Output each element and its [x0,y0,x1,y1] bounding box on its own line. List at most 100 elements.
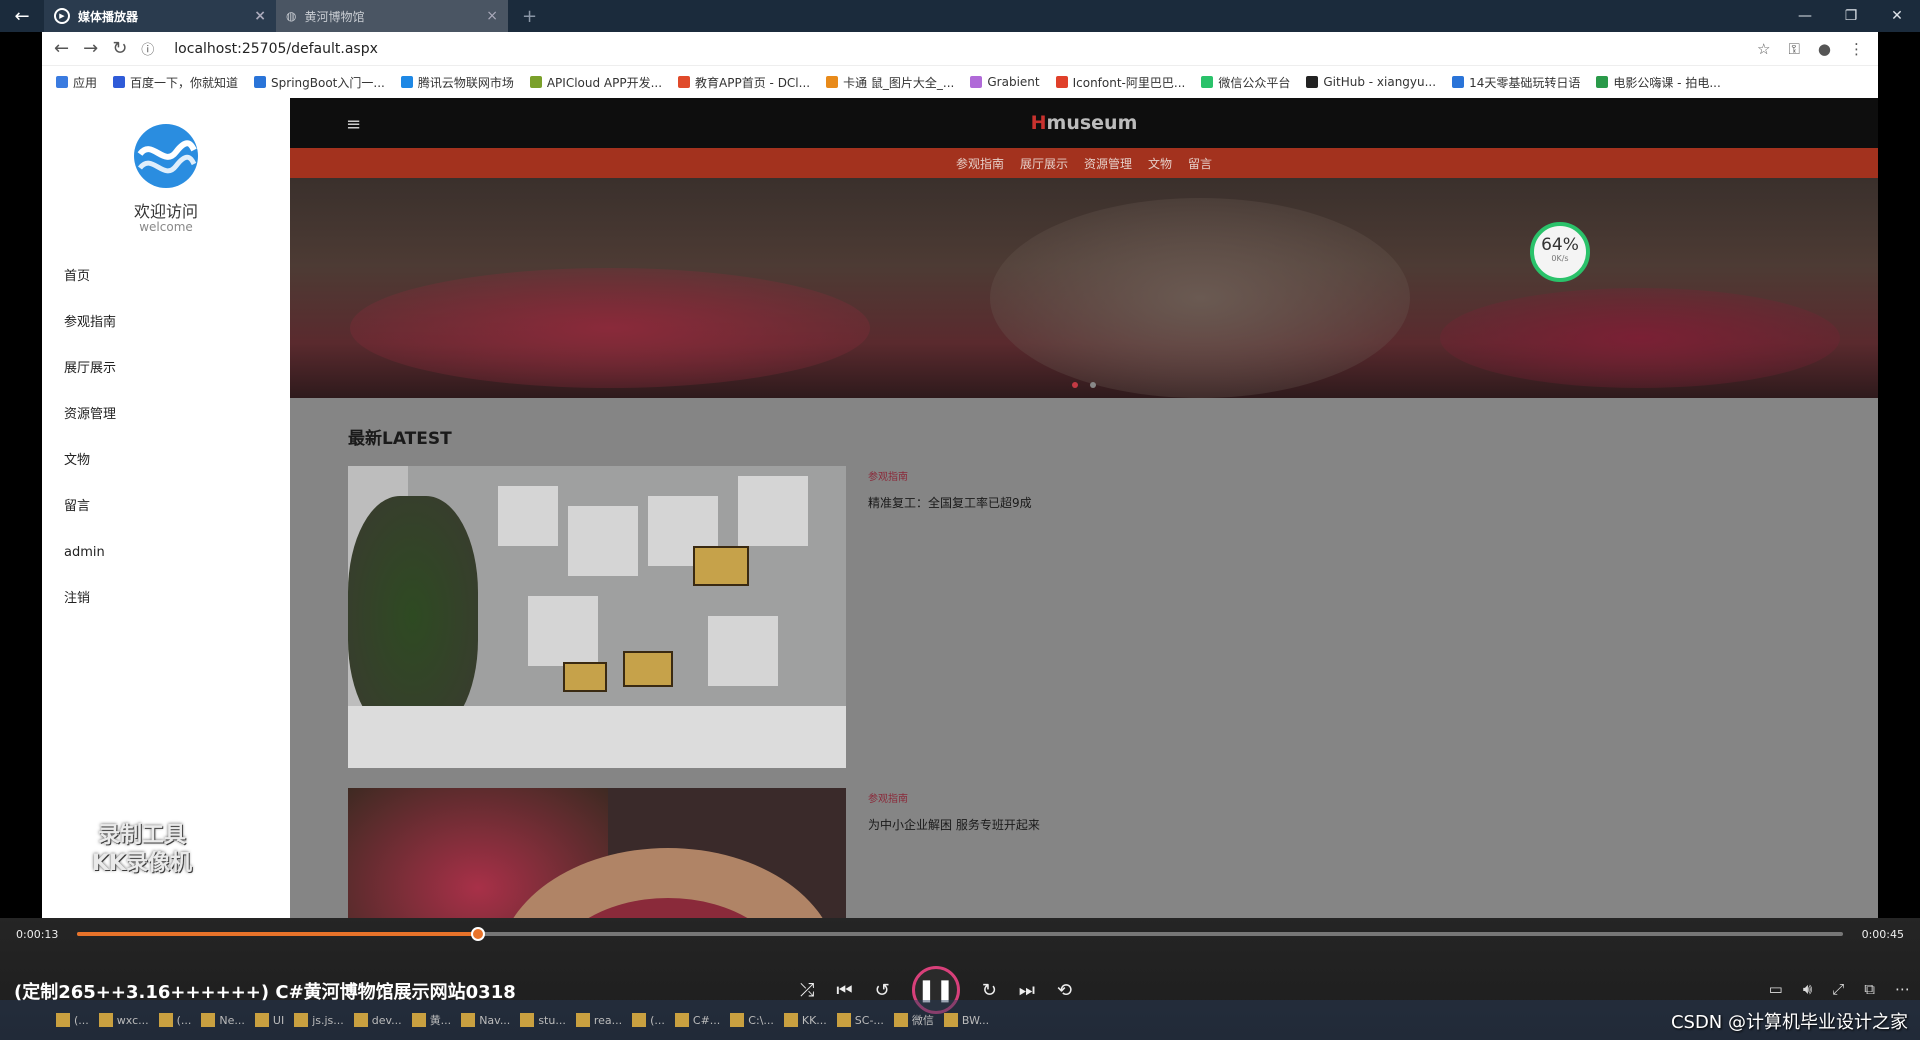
previous-icon[interactable]: ⏮ [836,980,852,1001]
close-window-icon[interactable]: ✕ [1874,8,1920,24]
forward-30-icon[interactable]: ↻ [982,980,997,1001]
sidebar-item-resources[interactable]: 资源管理 [64,392,116,438]
site-brand[interactable]: Hmuseum [290,112,1878,134]
repeat-off-icon[interactable]: ⟲ [1057,980,1072,1001]
nav-item-guide[interactable]: 参观指南 [956,155,1004,172]
news-image[interactable] [348,466,846,768]
hero-carousel[interactable]: 64% 0K/s [290,178,1878,398]
url-field[interactable]: localhost:25705/default.aspx [174,41,378,57]
back-arrow-icon[interactable]: ← [0,0,44,32]
news-title[interactable]: 为中小企业解困 服务专班开起来 [868,816,1040,833]
bookmark-item[interactable]: 电影公嗨课 - 拍电... [1596,74,1721,91]
bookmark-item[interactable]: Iconfont-阿里巴巴... [1055,74,1185,91]
bookmark-item[interactable]: 微信公众平台 [1201,74,1290,91]
sidebar-item-exhibition[interactable]: 展厅展示 [64,346,116,392]
bookmark-icon [254,76,267,88]
taskbar-item[interactable]: wxc... [98,1013,149,1027]
app-icon [461,1013,476,1027]
sidebar-item-guide[interactable]: 参观指南 [64,300,116,346]
more-options-icon[interactable]: ⋯ [1895,980,1910,998]
fullscreen-icon[interactable]: ⤢ [1832,980,1844,998]
taskbar-item[interactable]: (... [56,1013,89,1027]
bookmark-item[interactable]: 卡通 鼠_图片大全_... [826,74,954,91]
tab-museum[interactable]: ◍ 黄河博物馆 × [276,0,508,32]
tab-media-player[interactable]: ▶ 媒体播放器 × [44,0,276,32]
taskbar-item[interactable]: (... [158,1013,191,1027]
news-category[interactable]: 参观指南 [868,790,908,805]
restore-icon[interactable]: ❐ [1828,8,1874,24]
news-image[interactable] [348,788,846,918]
sidebar-item-logout[interactable]: 注销 [64,576,116,622]
star-icon[interactable]: ☆ [1757,40,1770,58]
new-tab-icon[interactable]: + [522,6,537,27]
carousel-dot[interactable] [1090,382,1096,388]
taskbar-label: wxc... [116,1013,149,1027]
volume-icon[interactable]: 🔊︎ [1803,980,1812,998]
rewind-10-icon[interactable]: ↺ [875,980,890,1001]
taskbar-item[interactable]: C:\... [730,1013,774,1027]
carousel-dots [290,382,1878,388]
sidebar-menu: 首页 参观指南 展厅展示 资源管理 文物 留言 admin 注销 [64,254,116,622]
tab-label: 媒体播放器 [78,9,139,24]
back-icon[interactable]: ← [54,38,69,59]
taskbar-item[interactable]: js.js... [294,1013,344,1027]
nav-item-messages[interactable]: 留言 [1188,155,1212,172]
taskbar-item[interactable]: (... [632,1013,665,1027]
app-icon [674,1013,689,1027]
info-icon[interactable]: ⓘ [141,39,154,58]
account-icon[interactable]: ● [1818,40,1831,58]
sidebar-item-messages[interactable]: 留言 [64,484,116,530]
bookmark-item[interactable]: 腾讯云物联网市场 [400,74,514,91]
sidebar: 欢迎访问 welcome 首页 参观指南 展厅展示 资源管理 文物 留言 adm… [42,98,290,918]
news-title[interactable]: 精准复工：全国复工率已超9成 [868,494,1032,511]
menu-dots-icon[interactable]: ⋮ [1849,40,1864,58]
taskbar-label: rea... [593,1013,623,1027]
miniplayer-icon[interactable]: ⧉ [1864,980,1875,998]
news-category[interactable]: 参观指南 [868,468,908,483]
network-speed-widget[interactable]: 64% 0K/s [1530,222,1590,282]
taskbar-item[interactable]: 微信 [893,1012,934,1028]
bookmark-icon [400,76,413,88]
bookmark-item[interactable]: 14天零基础玩转日语 [1452,74,1580,91]
taskbar-item[interactable]: stu... [520,1013,566,1027]
bookmark-item[interactable]: GitHub - xiangyu... [1306,75,1436,89]
taskbar-item[interactable]: dev... [353,1013,402,1027]
subtitles-icon[interactable]: ▭ [1769,980,1783,998]
carousel-dot[interactable] [1072,382,1078,388]
bookmark-item[interactable]: 教育APP首页 - DCl... [678,74,810,91]
seek-bar[interactable] [77,927,1843,941]
seek-handle[interactable] [470,927,485,941]
bookmark-item[interactable]: SpringBoot入门一... [254,74,385,91]
folder-icon [353,1013,368,1027]
taskbar-item[interactable]: Nav... [461,1013,510,1027]
sidebar-item-home[interactable]: 首页 [64,254,116,300]
bookmark-label: 电影公嗨课 - 拍电... [1613,75,1721,90]
taskbar-item[interactable]: C#... [674,1013,720,1027]
bookmark-item[interactable]: 应用 [56,74,97,91]
taskbar-item[interactable]: KK... [783,1013,827,1027]
web-page: 欢迎访问 welcome 首页 参观指南 展厅展示 资源管理 文物 留言 adm… [42,98,1878,918]
nav-item-relics[interactable]: 文物 [1148,155,1172,172]
reload-icon[interactable]: ↻ [112,38,127,59]
nav-item-resources[interactable]: 资源管理 [1084,155,1132,172]
minimize-icon[interactable]: — [1782,8,1828,24]
bookmark-item[interactable]: 百度一下，你就知道 [113,74,238,91]
nav-item-exhibition[interactable]: 展厅展示 [1020,155,1068,172]
taskbar-item[interactable]: SC-... [836,1013,884,1027]
sidebar-item-admin[interactable]: admin [64,530,116,576]
forward-icon[interactable]: → [83,38,98,59]
close-tab-icon[interactable]: × [486,8,498,24]
taskbar-item[interactable]: rea... [575,1013,623,1027]
taskbar-item[interactable]: Ne... [201,1013,245,1027]
shuffle-icon[interactable]: ⤮ [800,980,814,1001]
taskbar-item[interactable]: 黄... [411,1012,451,1028]
close-tab-icon[interactable]: × [254,8,266,24]
taskbar-item[interactable]: UI [254,1013,284,1027]
key-icon[interactable]: ⚿ [1788,40,1799,58]
next-icon[interactable]: ⏭ [1019,980,1035,1001]
sidebar-item-relics[interactable]: 文物 [64,438,116,484]
bookmark-item[interactable]: Grabient [970,75,1040,89]
taskbar-item[interactable]: BW... [943,1013,989,1027]
bookmark-item[interactable]: APICloud APP开发... [529,74,662,91]
certificate-frame [693,546,749,586]
